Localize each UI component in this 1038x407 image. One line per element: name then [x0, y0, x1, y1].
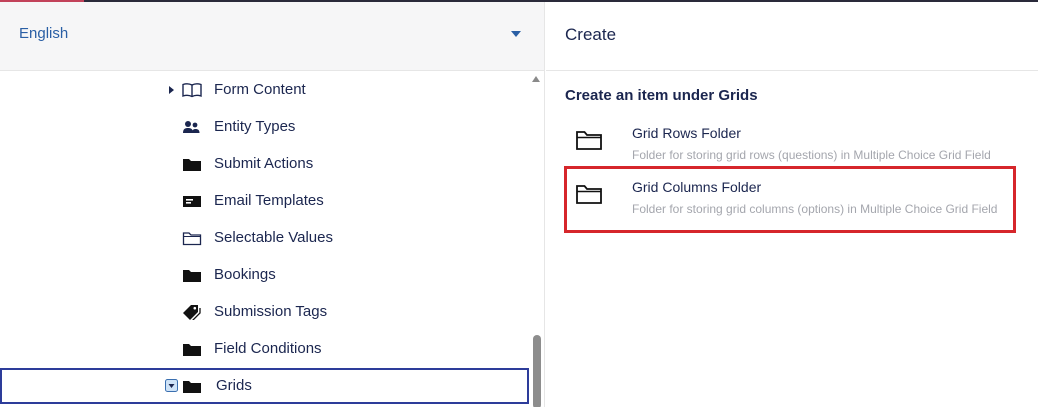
tree-item-label: Submit Actions	[214, 155, 314, 172]
expand-toggle-icon[interactable]	[165, 379, 178, 392]
scrollbar-thumb[interactable]	[533, 335, 541, 407]
folder-icon	[183, 159, 201, 171]
id-card-icon	[183, 196, 201, 207]
tree-item-selectable-values[interactable]: Selectable Values	[0, 220, 530, 257]
tags-icon	[183, 305, 201, 320]
content-tree-panel: English Form Content Entity Types Submit…	[0, 2, 545, 407]
folder-icon	[183, 381, 201, 393]
folder-icon	[183, 344, 201, 356]
book-icon	[182, 83, 202, 98]
folder-outline-icon	[182, 232, 202, 246]
create-option-grid-rows-folder[interactable]: Grid Rows Folder Folder for storing grid…	[565, 116, 1015, 168]
tree-item-label: Entity Types	[214, 118, 296, 135]
tree-item-submission-tags[interactable]: Submission Tags	[0, 294, 530, 331]
create-section-title: Create an item under Grids	[565, 87, 758, 104]
tree-item-bookings[interactable]: Bookings	[0, 257, 530, 294]
caret-right-icon[interactable]	[166, 84, 176, 96]
users-icon	[183, 121, 200, 133]
tree-item-label: Form Content	[214, 81, 306, 98]
create-title: Create	[565, 25, 617, 44]
folder-icon	[183, 270, 201, 282]
tree-item-submit-actions[interactable]: Submit Actions	[0, 146, 530, 183]
tree-item-grids[interactable]: Grids	[0, 368, 529, 404]
tree-item-form-content[interactable]: Form Content	[0, 72, 530, 109]
tree-item-label: Email Templates	[214, 192, 324, 209]
tree-item-email-templates[interactable]: Email Templates	[0, 183, 530, 220]
create-option-name: Grid Rows Folder	[632, 125, 741, 141]
tree-item-entity-types[interactable]: Entity Types	[0, 109, 530, 146]
language-selector[interactable]: English	[0, 2, 544, 71]
tree-item-label: Grids	[216, 377, 252, 394]
highlight-annotation-box	[564, 166, 1016, 233]
content-tree: Form Content Entity Types Submit Actions	[0, 72, 530, 407]
create-header: Create	[546, 2, 1038, 71]
tree-item-label: Bookings	[214, 266, 276, 283]
tree-item-field-conditions[interactable]: Field Conditions	[0, 331, 530, 368]
tree-item-label: Submission Tags	[214, 303, 328, 320]
tree-item-label: Selectable Values	[214, 229, 333, 246]
create-option-description: Folder for storing grid rows (questions)…	[632, 148, 991, 162]
language-label[interactable]: English	[19, 25, 68, 42]
tree-item-label: Field Conditions	[214, 340, 322, 357]
scroll-up-arrow-icon[interactable]	[532, 76, 540, 82]
folder-outline-icon	[576, 131, 602, 150]
chevron-down-icon[interactable]	[511, 31, 521, 37]
